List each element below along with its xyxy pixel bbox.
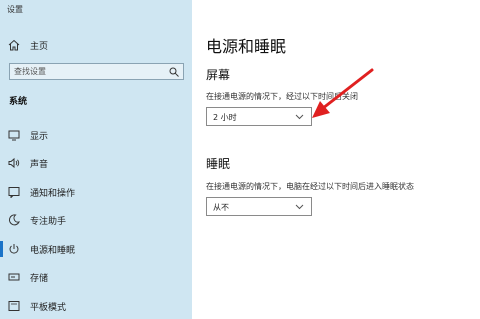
sidebar-item-label: 主页	[30, 42, 49, 52]
screen-heading: 屏幕	[206, 68, 231, 82]
speaker-icon	[8, 157, 20, 169]
sidebar-item-home[interactable]: 主页	[0, 36, 192, 54]
main-content: 电源和睡眠 屏幕 在接通电源的情况下，经过以下时间后关闭 2 小时 睡眠 在接通…	[192, 0, 480, 319]
sidebar-item-label: 存储	[30, 274, 49, 284]
sidebar-item-sound[interactable]: 声音	[0, 152, 192, 174]
sidebar-item-notifications[interactable]: 通知和操作	[0, 181, 192, 203]
sidebar-item-storage[interactable]: 存储	[0, 266, 192, 288]
sidebar-item-label: 专注助手	[30, 217, 67, 227]
sidebar-item-display[interactable]: 显示	[0, 124, 192, 146]
section-heading: 系统	[9, 97, 28, 107]
screen-timeout-dropdown[interactable]: 2 小时	[206, 107, 312, 126]
search-box[interactable]	[9, 63, 184, 80]
sidebar-item-label: 通知和操作	[30, 189, 76, 199]
sidebar-item-label: 显示	[30, 132, 49, 142]
storage-icon	[8, 273, 20, 281]
tablet-icon	[8, 301, 20, 311]
sidebar-item-label: 平板模式	[30, 303, 67, 313]
page-title: 电源和睡眠	[206, 37, 287, 56]
power-icon	[9, 244, 19, 254]
screen-timeout-value: 2 小时	[213, 113, 237, 122]
chevron-down-icon	[295, 114, 304, 120]
search-icon[interactable]	[169, 67, 179, 77]
sleep-timeout-dropdown[interactable]: 从不	[206, 197, 312, 216]
sleep-timeout-value: 从不	[213, 203, 229, 212]
sidebar-item-power-sleep[interactable]: 电源和睡眠	[0, 238, 192, 260]
sleep-description: 在接通电源的情况下，电脑在经过以下时间后进入睡眠状态	[206, 182, 414, 191]
sidebar: 设置 主页 系统 显示 声音 通知和操作	[0, 0, 192, 319]
sidebar-item-label: 声音	[30, 160, 49, 170]
home-icon	[8, 39, 20, 51]
screen-description: 在接通电源的情况下，经过以下时间后关闭	[206, 92, 358, 101]
app-title: 设置	[7, 5, 23, 14]
sidebar-item-label: 电源和睡眠	[30, 246, 76, 256]
sidebar-item-focus-assist[interactable]: 专注助手	[0, 209, 192, 231]
search-input[interactable]	[10, 64, 160, 79]
sleep-heading: 睡眠	[206, 157, 231, 171]
notification-icon	[8, 187, 20, 198]
monitor-icon	[8, 130, 20, 141]
sidebar-item-tablet-mode[interactable]: 平板模式	[0, 295, 192, 317]
moon-icon	[8, 214, 20, 226]
chevron-down-icon	[295, 204, 304, 210]
